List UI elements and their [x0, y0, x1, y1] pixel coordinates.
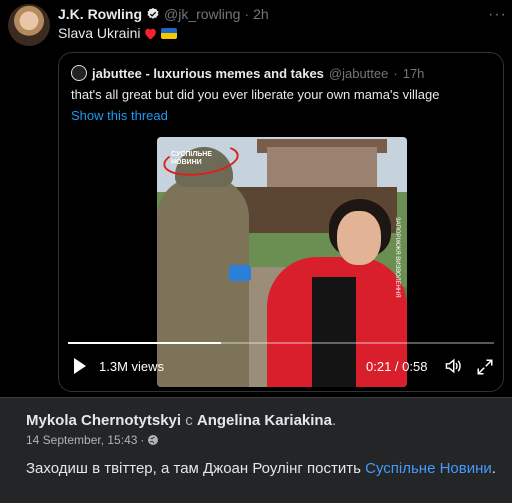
red-heart-icon [145, 28, 157, 39]
tweet-text-body: Slava Ukraini [58, 25, 141, 41]
video-blue-armband [229, 265, 251, 281]
video-face [337, 211, 381, 265]
fb-text-body: Заходиш в твіттер, а там Джоан Роулінг п… [26, 460, 366, 477]
more-options-icon[interactable]: ··· [488, 6, 507, 24]
tweet-separator: · [244, 6, 250, 22]
fb-author-name[interactable]: Mykola Chernotytskyi [26, 412, 181, 429]
view-count: 1.3M views [99, 359, 165, 374]
tweet-header: J.K. Rowling @jk_rowling · 2h [58, 6, 269, 22]
quote-handle[interactable]: @jabuttee [329, 66, 388, 81]
quote-header: jabuttee - luxurious memes and takes @ja… [71, 65, 424, 81]
fb-tagged-name[interactable]: Angelina Kariakina [197, 412, 332, 429]
fb-date: 14 September, 15:43 · [26, 433, 159, 447]
fb-text-end: . [491, 460, 496, 477]
facebook-post: Mykola Chernotytskyi с Angelina Kariakin… [0, 397, 512, 503]
show-thread-link[interactable]: Show this thread [71, 108, 168, 123]
tweet-time[interactable]: 2h [253, 6, 269, 22]
video-time: 0:21 / 0:58 [366, 359, 428, 374]
play-icon[interactable] [74, 358, 86, 374]
video-controls: 1.3M views 0:21 / 0:58 [58, 338, 504, 392]
fb-page-link[interactable]: Суспільне Новини [365, 460, 492, 477]
quote-avatar[interactable] [71, 65, 87, 81]
verified-icon [147, 7, 159, 19]
tweet: J.K. Rowling @jk_rowling · 2h ··· Slava … [0, 0, 512, 397]
fb-header: Mykola Chernotytskyi с Angelina Kariakin… [26, 412, 336, 429]
tweet-text: Slava Ukraini [58, 25, 178, 41]
fb-header-period: . [331, 412, 337, 429]
video-side-caption: ЗАПОРІЖЖЯ ВИЗВОЛЕННЯ [394, 217, 400, 298]
globe-icon [148, 435, 159, 445]
volume-icon[interactable] [444, 358, 462, 374]
tweet-handle[interactable]: @jk_rowling [164, 6, 240, 22]
quote-separator: · [393, 65, 398, 81]
quote-author-name[interactable]: jabuttee - luxurious memes and takes [92, 66, 324, 81]
avatar[interactable] [8, 4, 50, 46]
fb-with-word: с [185, 412, 193, 429]
video-progress-fill [68, 342, 222, 344]
ukraine-flag-icon [161, 27, 178, 39]
expand-icon[interactable] [476, 358, 494, 376]
fb-date-separator: · [140, 433, 145, 447]
fb-date-text[interactable]: 14 September, 15:43 [26, 433, 137, 447]
tweet-author-name[interactable]: J.K. Rowling [58, 6, 142, 22]
quote-text: that's all great but did you ever libera… [71, 87, 440, 102]
video-progress-bar[interactable] [68, 342, 494, 344]
quote-time[interactable]: 17h [403, 66, 425, 81]
fb-post-text: Заходиш в твіттер, а там Джоан Роулінг п… [26, 458, 496, 480]
